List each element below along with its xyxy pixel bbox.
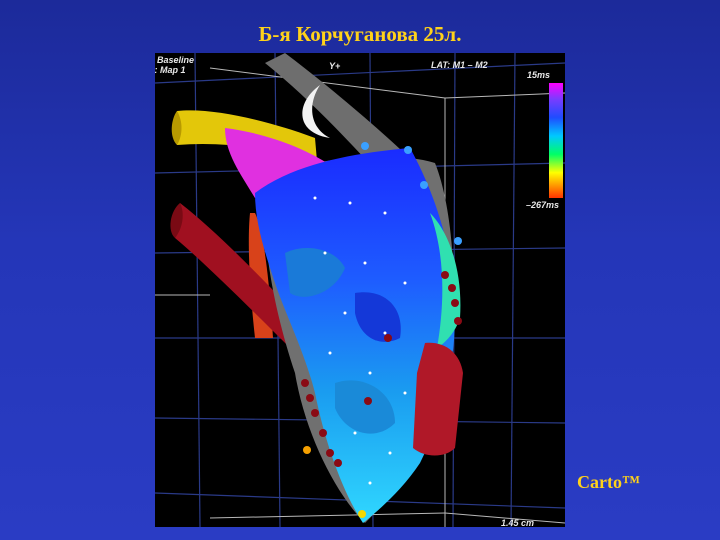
- lat-label: LAT: M1 – M2: [431, 60, 488, 70]
- cardiac-map-viewer[interactable]: Baseline r: Map 1 Y+ LAT: M1 – M2 15ms –…: [155, 53, 565, 527]
- scale-min-label: –267ms: [526, 200, 560, 210]
- brand-label: Carto™: [577, 472, 640, 492]
- page-title: Б-я Корчуганова 25л.: [258, 22, 462, 46]
- scale-length-label: 1.45 cm: [501, 518, 535, 527]
- axis-label: Y+: [329, 61, 341, 71]
- color-scale-bar: [549, 83, 563, 198]
- scale-max-label: 15ms: [527, 70, 551, 80]
- baseline-label: Baseline: [157, 55, 195, 65]
- map-label: r: Map 1: [155, 65, 186, 75]
- cardiac-map-render: [155, 53, 565, 527]
